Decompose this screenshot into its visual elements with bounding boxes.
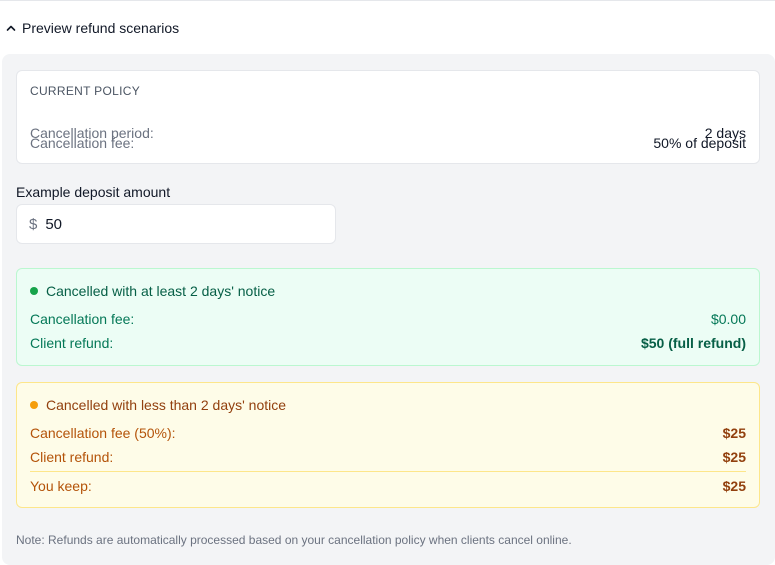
scenario-early-title-text: Cancelled with at least 2 days' notice [46, 283, 276, 299]
status-dot-green-icon [30, 287, 38, 295]
scenario-late-title: Cancelled with less than 2 days' notice [30, 397, 286, 413]
deposit-amount-field[interactable]: $ [16, 204, 336, 244]
top-divider [0, 0, 775, 1]
scenario-early-row-fee: Cancellation fee: $0.00 [30, 309, 746, 329]
scenario-value: $25 [722, 449, 746, 465]
scenario-value: $25 [722, 478, 746, 494]
section-title: Preview refund scenarios [22, 20, 180, 36]
currency-symbol: $ [29, 215, 38, 233]
scenario-late-title-text: Cancelled with less than 2 days' notice [46, 397, 287, 413]
deposit-amount-input[interactable] [45, 215, 306, 233]
scenario-early-row-refund: Client refund: $50 (full refund) [30, 333, 746, 353]
scenario-value: $0.00 [710, 311, 746, 327]
policy-row-fee: Cancellation fee: 50% of deposit [30, 133, 746, 153]
scenario-value: $50 (full refund) [640, 335, 746, 351]
scenario-key: Cancellation fee (50%): [30, 425, 176, 441]
scenario-early-title: Cancelled with at least 2 days' notice [30, 283, 275, 299]
preview-refund-toggle[interactable]: Preview refund scenarios [0, 14, 179, 42]
scenario-key: Client refund: [30, 449, 114, 465]
policy-key: Cancellation fee: [30, 135, 135, 151]
current-policy-card: CURRENT POLICY Cancellation period: 2 da… [16, 70, 760, 164]
scenario-late-row-keep: You keep: $25 [30, 476, 746, 496]
scenario-key: You keep: [30, 478, 92, 494]
scenario-value: $25 [722, 425, 746, 441]
status-dot-amber-icon [30, 401, 38, 409]
row-divider [30, 471, 746, 472]
refund-preview-panel: CURRENT POLICY Cancellation period: 2 da… [2, 54, 775, 565]
policy-value: 50% of deposit [653, 135, 746, 151]
scenario-key: Client refund: [30, 335, 114, 351]
refund-note: Note: Refunds are automatically processe… [16, 533, 572, 547]
scenario-late-row-fee: Cancellation fee (50%): $25 [30, 423, 746, 443]
deposit-amount-label: Example deposit amount [16, 184, 171, 200]
chevron-up-icon [0, 14, 22, 42]
scenario-key: Cancellation fee: [30, 311, 135, 327]
current-policy-label: CURRENT POLICY [30, 84, 140, 98]
scenario-late-card: Cancelled with less than 2 days' notice … [16, 382, 760, 508]
scenario-late-row-refund: Client refund: $25 [30, 447, 746, 467]
scenario-early-card: Cancelled with at least 2 days' notice C… [16, 268, 760, 366]
